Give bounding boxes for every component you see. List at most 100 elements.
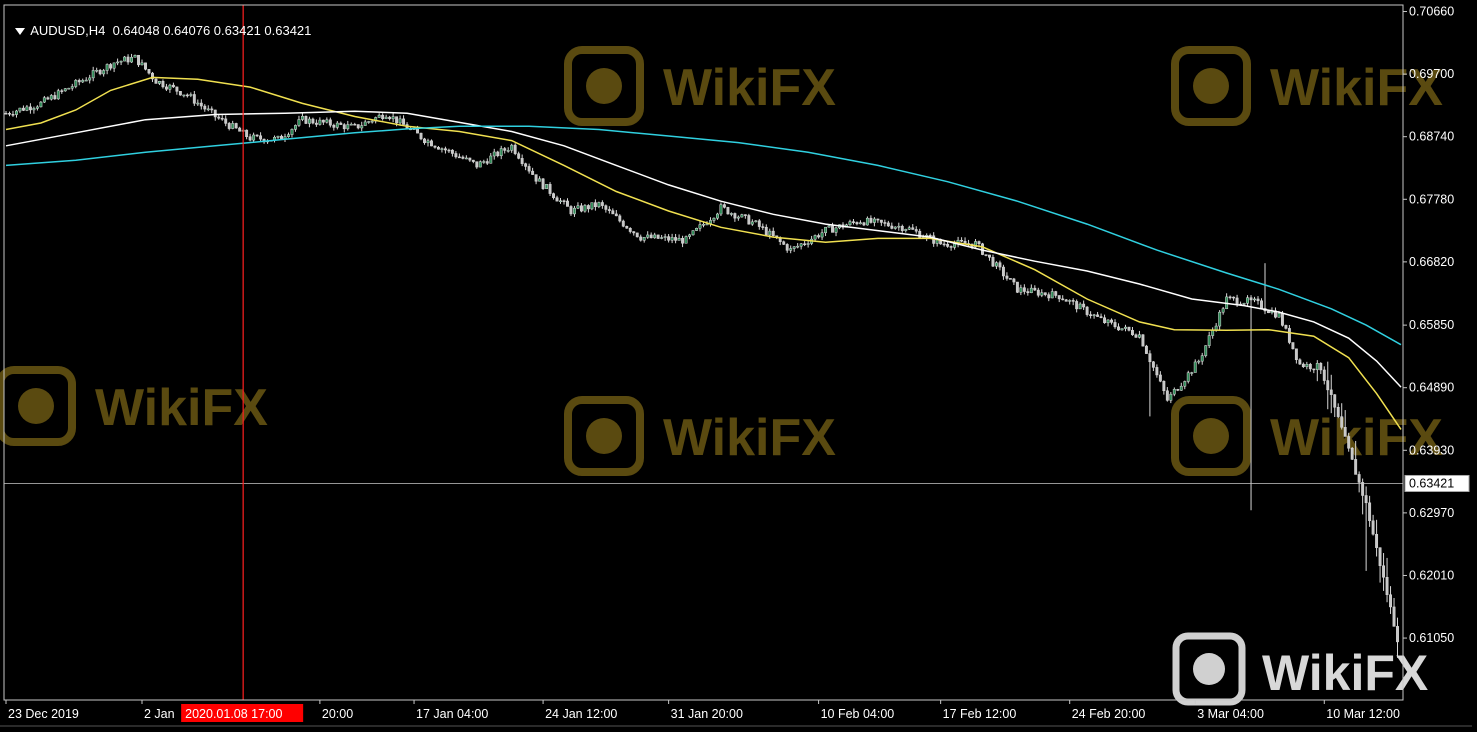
candle-body [70,86,74,89]
candle-body [388,116,392,120]
candle [981,242,984,256]
price-tick-label: 0.62010 [1409,568,1454,582]
candle-body [1218,311,1222,327]
candle-body [1228,296,1232,299]
candle-body [1389,594,1392,608]
candle-body [109,64,113,69]
candle-body [1137,334,1141,338]
candle-body [876,218,880,221]
watermark-text: WikiFX [1270,409,1443,467]
candle-body [768,230,772,236]
candle-body [824,226,828,234]
candle-body [1134,334,1138,338]
candle [39,101,43,108]
candle-body [667,236,671,241]
candle-body [897,225,901,228]
candle-body [482,161,486,163]
candle-body [726,207,730,215]
candle-body [349,123,353,126]
candle-body [1375,533,1379,548]
candle-body [988,254,991,258]
price-tick-label: 0.63930 [1409,443,1454,457]
candle [719,202,723,217]
candle-body [192,94,196,104]
candle-body [1298,359,1302,365]
price-tick-label: 0.70660 [1409,5,1454,19]
candle-body [817,235,821,238]
candle-body [862,222,866,226]
candle-body [586,205,590,210]
candle-body [879,219,883,223]
candle [684,235,688,244]
candle-body [1089,314,1093,316]
candle [1350,446,1354,461]
candle-body [11,114,15,116]
candle-body [942,243,946,246]
candle-body [1131,330,1134,336]
candle-body [886,222,890,227]
candle-body [914,229,918,232]
candle-body [1099,316,1103,318]
candle [123,55,127,62]
watermark-text: WikiFX [663,409,836,467]
candle-body [566,200,569,207]
candle-body [900,225,904,231]
candle-body [796,245,800,248]
candle [691,230,695,236]
candle-body [1253,298,1256,301]
candle-body [1015,281,1019,293]
time-tick-label: 20:00 [322,707,353,721]
candle-body [377,114,381,118]
candle-body [381,114,385,119]
candle-body [618,215,622,222]
candle-body [656,234,660,239]
candle-body [440,148,444,150]
candle-body [1235,297,1239,305]
candle-body [154,78,158,84]
candle-body [872,218,876,223]
candle-body [953,243,957,248]
candle-body [764,226,768,236]
candle-body [492,151,496,157]
candlestick-chart[interactable]: WikiFX WikiFXWikiFXWikiFX WikiFXWikiFX 0.7… [0,0,1477,732]
candle [625,225,629,229]
candle-body [600,202,604,206]
candle-body [1113,322,1117,328]
candle-body [771,230,775,236]
candle-body [677,238,681,241]
candle-body [367,121,371,123]
candle-body [806,243,810,245]
candle-body [49,95,53,100]
price-tick-label: 0.62970 [1409,506,1454,520]
candle [513,143,517,156]
candle-body [206,108,210,111]
eagle-icon [586,418,622,454]
candle-body [1343,427,1347,437]
candle-body [1287,328,1291,343]
candle-body [8,113,11,115]
candle-body [663,236,667,238]
dropdown-triangle-icon[interactable] [15,28,26,36]
candle-body [611,210,615,215]
candle-body [949,246,953,248]
candle-body [729,213,733,215]
candle-body [792,246,796,249]
candle-body [307,118,311,124]
candle-body [28,106,32,111]
candle-body [430,140,433,147]
candle-body [785,244,789,251]
candle-body [1001,266,1005,277]
candle-body [691,230,695,236]
candle-body [468,157,472,161]
candle-body [67,87,71,90]
candle-body [524,163,528,167]
candle-body [1071,300,1075,302]
candle-body [820,232,824,238]
candle-body [904,229,908,231]
candle-body [1075,301,1079,310]
candle-body [754,220,758,223]
candle-body [1165,390,1169,401]
candle-body [1294,348,1298,360]
candle-body [747,215,751,225]
candle-body [475,161,479,168]
